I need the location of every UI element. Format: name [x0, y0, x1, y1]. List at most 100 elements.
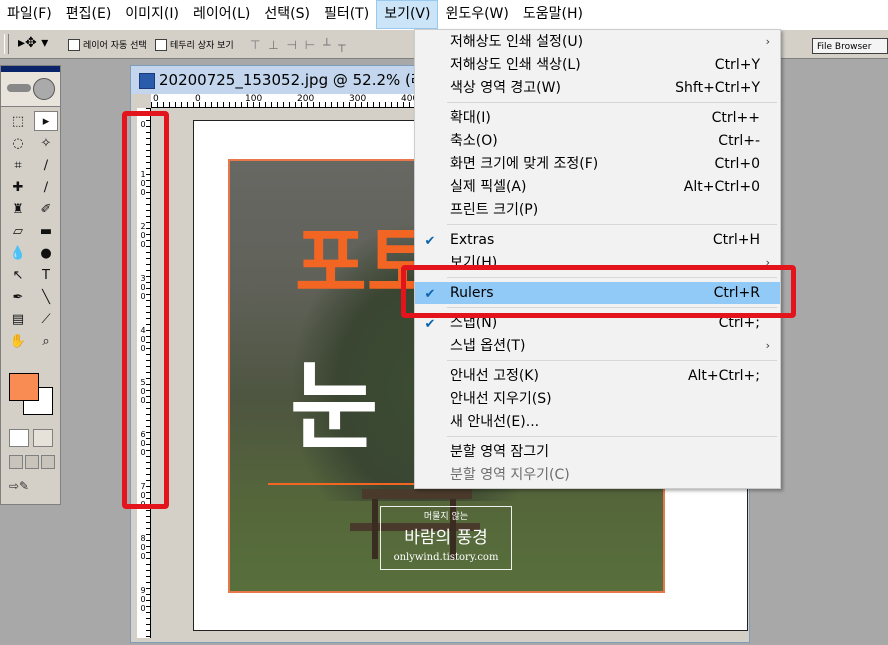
menu-item-gamut-warning[interactable]: 색상 영역 경고(W) Shft+Ctrl+Y [415, 77, 780, 99]
show-bounding-box-checkbox[interactable]: 테두리 상자 보기 [155, 38, 234, 51]
menu-item-label: 저해상도 인쇄 색상(L) [450, 57, 581, 73]
menu-item-print-size[interactable]: 프린트 크기(P) [415, 199, 780, 221]
menu-view[interactable]: 보기(V) [376, 0, 439, 29]
menu-item-shortcut: Ctrl+- [718, 133, 760, 149]
rulers-item-highlight-annotation [401, 265, 796, 318]
menu-item-label: 저해상도 인쇄 설정(U) [450, 34, 584, 50]
menu-item-label: Extras [450, 232, 495, 248]
standard-screen-mode-icon[interactable] [9, 455, 23, 469]
menu-item-label: 분할 영역 잠그기 [450, 444, 550, 460]
blur-tool-icon[interactable]: 💧 [6, 243, 30, 263]
top [362, 489, 472, 499]
type-tool-icon[interactable]: T [34, 265, 58, 285]
menu-filter[interactable]: 필터(T) [317, 0, 376, 29]
menu-edit[interactable]: 편집(E) [59, 0, 119, 29]
view-menu-dropdown: 저해상도 인쇄 설정(U) › 저해상도 인쇄 색상(L) Ctrl+Y 색상 … [414, 29, 781, 489]
menu-item-snap-options[interactable]: 스냅 옵션(T) › [415, 335, 780, 357]
menu-item-label: 실제 픽셀(A) [450, 179, 527, 195]
menu-image[interactable]: 이미지(I) [118, 0, 186, 29]
menu-item-label: 스냅 옵션(T) [450, 338, 526, 354]
menu-item-lock-slices[interactable]: 분할 영역 잠그기 [415, 441, 780, 463]
menu-select[interactable]: 선택(S) [257, 0, 317, 29]
menu-item-shortcut: Ctrl+H [712, 232, 760, 248]
menu-item-shortcut: Alt+Ctrl+0 [683, 179, 760, 195]
photoshop-logo[interactable] [1, 72, 60, 107]
menu-item-shortcut: Alt+Ctrl+; [687, 368, 760, 384]
menu-help[interactable]: 도움말(H) [516, 0, 590, 29]
orange-divider [268, 483, 428, 485]
marquee-tool-icon[interactable]: ⬚ [6, 111, 30, 131]
move-tool-icon[interactable]: ▸ [34, 111, 58, 131]
dodge-tool-icon[interactable]: ● [34, 243, 58, 263]
menu-separator [447, 436, 777, 437]
ruler-highlight-annotation [122, 111, 169, 509]
jump-to-imageready-icon[interactable]: ⇨✎ [9, 479, 53, 497]
menu-item-actual-pixels[interactable]: 실제 픽셀(A) Alt+Ctrl+0 [415, 176, 780, 198]
full-screen-menu-mode-icon[interactable] [25, 455, 39, 469]
move-tool-preset-icon[interactable]: ▸✥ ▾ [18, 35, 48, 51]
menu-item-label: 확대(I) [450, 110, 491, 126]
auto-select-layer-label: 레이어 자동 선택 [83, 41, 147, 51]
menu-item-label: 프린트 크기(P) [450, 202, 539, 218]
crop-tool-icon[interactable]: ⌗ [6, 155, 30, 175]
leg [372, 499, 378, 559]
menu-item-proof-setup[interactable]: 저해상도 인쇄 설정(U) › [415, 31, 780, 53]
checkbox-box[interactable] [68, 38, 80, 51]
slice-tool-icon[interactable]: ∕ [34, 155, 58, 175]
align-buttons[interactable]: ⊤ ⊥ ⊣ ⊢ ┴ ┬ [250, 38, 347, 52]
menu-item-extras[interactable]: ✔ Extras Ctrl+H [415, 229, 780, 251]
foreground-color-swatch[interactable] [9, 373, 39, 401]
checkbox-box[interactable] [155, 38, 167, 51]
menu-separator [447, 102, 777, 103]
menu-item-fit-on-screen[interactable]: 화면 크기에 맞게 조정(F) Ctrl+0 [415, 153, 780, 175]
menu-item-lock-guides[interactable]: 안내선 고정(K) Alt+Ctrl+; [415, 365, 780, 387]
healing-brush-icon[interactable]: ✚ [6, 177, 30, 197]
file-browser-tab[interactable]: File Browser [812, 38, 888, 54]
checkmark-icon: ✔ [424, 234, 436, 249]
menu-item-shortcut: Shft+Ctrl+Y [675, 80, 760, 96]
zoom-tool-icon[interactable]: ⌕ [34, 331, 58, 351]
menu-item-zoom-out[interactable]: 축소(O) Ctrl+- [415, 130, 780, 152]
document-icon [139, 73, 155, 89]
submenu-arrow-icon: › [765, 35, 770, 48]
menu-item-shortcut: Ctrl+0 [714, 156, 760, 172]
menu-item-shortcut: Ctrl+Y [714, 57, 760, 73]
lasso-tool-icon[interactable]: ◌ [6, 133, 30, 153]
menu-item-zoom-in[interactable]: 확대(I) Ctrl++ [415, 107, 780, 129]
history-brush-icon[interactable]: ✐ [34, 199, 58, 219]
quick-mask-mode-icon[interactable] [33, 429, 53, 447]
menu-item-label: 축소(O) [450, 133, 498, 149]
gradient-icon[interactable]: ▬ [34, 221, 58, 241]
menu-item-clear-guides[interactable]: 안내선 지우기(S) [415, 388, 780, 410]
path-selection-icon[interactable]: ↖ [6, 265, 30, 285]
toolbox: ⬚ ▸ ◌ ✧ ⌗ ∕ ✚ ∕ ♜ ✐ ▱ ▬ 💧 ● ↖ T ✒ ╲ ▤ ⟋ … [0, 65, 61, 505]
options-bar-grip[interactable] [4, 34, 9, 54]
brush-tool-icon[interactable]: ∕ [34, 177, 58, 197]
magic-wand-icon[interactable]: ✧ [34, 133, 58, 153]
show-bounding-box-label: 테두리 상자 보기 [170, 41, 234, 51]
eraser-icon[interactable]: ▱ [6, 221, 30, 241]
menu-item-shortcut: Ctrl++ [711, 110, 760, 126]
auto-select-layer-checkbox[interactable]: 레이어 자동 선택 [68, 38, 147, 51]
headline-white-text: 눈 [290, 351, 379, 463]
document-title: 20200725_153052.jpg @ 52.2% (레 [159, 71, 425, 89]
hand-tool-icon[interactable]: ✋ [6, 331, 30, 351]
watermark-title: 바람의 풍경 [404, 528, 488, 548]
menu-layer[interactable]: 레이어(L) [186, 0, 257, 29]
menu-file[interactable]: 파일(F) [0, 0, 59, 29]
menu-item-clear-slices: 분할 영역 지우기(C) [415, 464, 780, 486]
menu-separator [447, 360, 777, 361]
menu-item-label: 새 안내선(E)... [450, 414, 540, 430]
menu-window[interactable]: 윈도우(W) [438, 0, 515, 29]
line-tool-icon[interactable]: ╲ [34, 287, 58, 307]
clone-stamp-icon[interactable]: ♜ [6, 199, 30, 219]
menu-item-label: 화면 크기에 맞게 조정(F) [450, 156, 599, 172]
menu-item-new-guide[interactable]: 새 안내선(E)... [415, 411, 780, 433]
pen-tool-icon[interactable]: ✒ [6, 287, 30, 307]
menu-item-proof-colors[interactable]: 저해상도 인쇄 색상(L) Ctrl+Y [415, 54, 780, 76]
standard-mode-icon[interactable] [9, 429, 29, 447]
eyedropper-icon[interactable]: ⟋ [34, 309, 58, 329]
full-screen-mode-icon[interactable] [41, 455, 55, 469]
notes-tool-icon[interactable]: ▤ [6, 309, 30, 329]
menu-separator [447, 224, 777, 225]
